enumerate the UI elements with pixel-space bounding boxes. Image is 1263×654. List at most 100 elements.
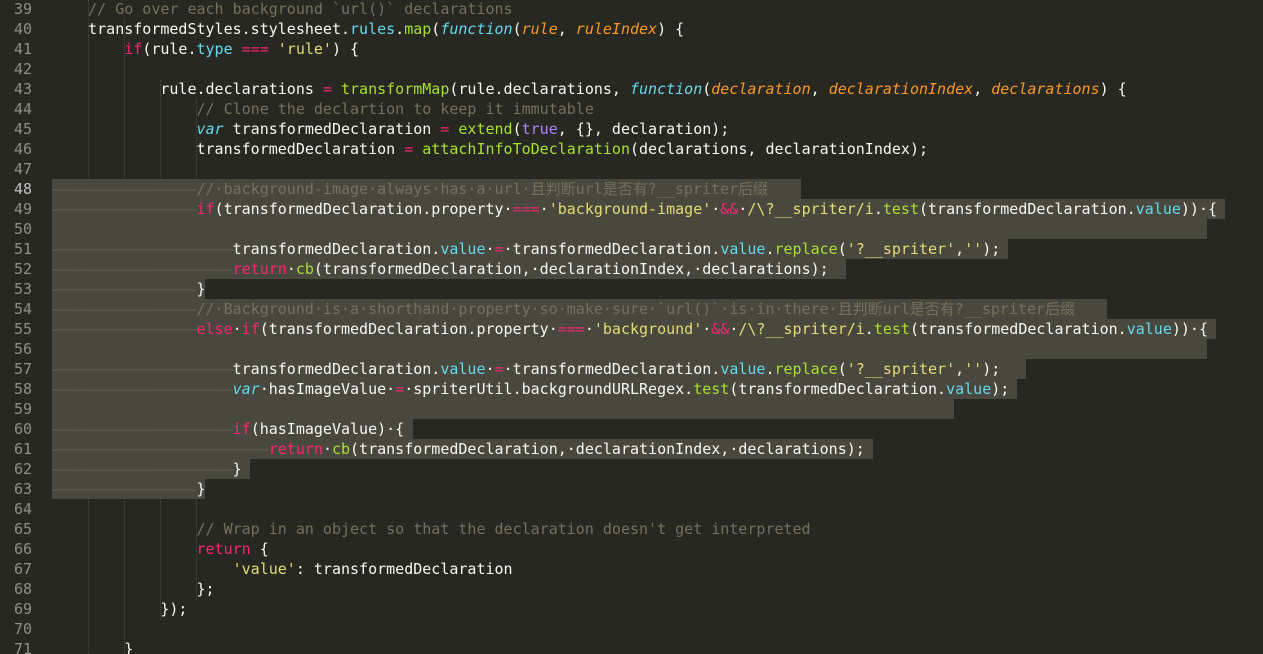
code-editor[interactable]: 39 40 41 42 43 44 45 46 47 48 49 50 51 52 53 54 55 56 57 58… [0, 0, 1263, 654]
code-line[interactable]: // Go over each background `url()` decla… [52, 0, 513, 19]
code-token: . [395, 20, 405, 38]
code-token: test [693, 380, 730, 398]
line-number: 50 [13, 220, 32, 238]
code-token: ———————————————— [52, 200, 197, 218]
code-token: 'rule' [277, 40, 332, 58]
code-token: ( [837, 240, 847, 258]
code-line[interactable]: }; [52, 579, 215, 599]
line-number: 51 [13, 240, 32, 258]
code-line[interactable]: var transformedDeclaration = extend(true… [52, 119, 730, 139]
code-token: , [810, 80, 829, 98]
code-line[interactable]: 'value': transformedDeclaration [52, 559, 513, 579]
line-number: 71 [13, 640, 32, 654]
code-token: } [52, 640, 134, 654]
line-number: 46 [13, 140, 32, 158]
code-token: { [250, 540, 269, 558]
code-token: = [404, 140, 414, 158]
code-token: ); [982, 360, 1001, 378]
code-token: //·background-image·always·has·a·url·且判断… [196, 180, 769, 198]
code-token: transformedDeclaration [52, 140, 405, 158]
code-token: 'background-image' [548, 200, 712, 218]
code-area[interactable]: // Go over each background `url()` decla… [52, 0, 1263, 654]
code-token: return [268, 440, 323, 458]
code-token: transformedDeclaration [223, 120, 441, 138]
code-token: ·transformedDeclaration. [503, 240, 721, 258]
code-token: '?__spriter' [846, 240, 956, 258]
code-line[interactable]: // Wrap in an object so that the declara… [52, 519, 811, 539]
code-token: if [124, 40, 143, 58]
code-line[interactable]: } [52, 639, 133, 654]
line-number: 53 [13, 280, 32, 298]
code-line[interactable]: ————————————————————transformedDeclarati… [52, 239, 1000, 259]
code-token: ———————————————————— [52, 360, 233, 378]
code-line[interactable]: }); [52, 599, 187, 619]
code-token: === [241, 40, 269, 58]
code-token: === [557, 320, 585, 338]
code-line[interactable]: transformedStyles.stylesheet.rules.map(f… [52, 19, 684, 39]
code-line[interactable]: ————————————————————if(hasImageValue)·{ [52, 419, 404, 439]
code-token: · [232, 320, 242, 338]
code-line[interactable]: if(rule.type === 'rule') { [52, 39, 359, 59]
code-line[interactable]: ————————————————————return·cb(transforme… [52, 259, 829, 279]
code-token: declarationIndex [828, 80, 974, 98]
code-line[interactable]: ————————————————else·if(transformedDecla… [52, 319, 1208, 339]
code-token: transformedDeclaration. [232, 240, 441, 258]
code-line[interactable]: return { [52, 539, 269, 559]
code-token: (transformedDeclaration,·declarationInde… [313, 260, 829, 278]
line-number: 56 [13, 340, 32, 358]
code-token: : transformedDeclaration [295, 560, 513, 578]
code-token: (transformedDeclaration,·declarationInde… [350, 440, 865, 458]
code-line[interactable]: ————————————————} [52, 479, 206, 499]
code-token: . [873, 200, 883, 218]
line-number: 66 [13, 540, 32, 558]
code-token: attachInfoToDeclaration [422, 140, 630, 158]
selection-highlight [52, 339, 1207, 359]
line-number: 67 [13, 560, 32, 578]
code-line[interactable]: ————————————————————transformedDeclarati… [52, 359, 1000, 379]
code-token: (rule.declarations, [449, 80, 630, 98]
code-line[interactable]: ————————————————//·Background·is·a·short… [52, 299, 1075, 319]
code-token: replace [774, 240, 838, 258]
code-line[interactable]: // Clone the declartion to keep it immut… [52, 99, 594, 119]
code-token: = [395, 380, 405, 398]
code-line[interactable]: ————————————————————var·hasImageValue·=·… [52, 379, 1009, 399]
code-token: declaration [711, 80, 811, 98]
code-line[interactable]: ————————————————//·background-image·alwa… [52, 179, 768, 199]
code-token: ———————————————————— [52, 420, 233, 438]
code-token: · [485, 240, 495, 258]
code-token: // Go over each background `url()` decla… [52, 0, 513, 18]
code-token: '' [964, 360, 983, 378]
line-number-gutter: 39 40 41 42 43 44 45 46 47 48 49 50 51 52 53 54 55 56 57 58… [0, 0, 48, 654]
code-token: if [196, 200, 215, 218]
code-token: = [494, 240, 504, 258]
code-token: (declarations, declarationIndex); [629, 140, 928, 158]
code-line[interactable]: ————————————————if(transformedDeclaratio… [52, 199, 1217, 219]
line-number: 70 [13, 620, 32, 638]
code-token: declarations [991, 80, 1100, 98]
code-line[interactable]: transformedDeclaration = attachInfoToDec… [52, 139, 928, 159]
code-token: 'background' [593, 320, 703, 338]
code-token: ·hasImageValue· [259, 380, 396, 398]
code-line[interactable]: ————————————————————} [52, 459, 242, 479]
code-line[interactable]: rule.declarations = transformMap(rule.de… [52, 79, 1126, 99]
code-token: if [241, 320, 260, 338]
line-number: 52 [13, 260, 32, 278]
code-token: value [440, 360, 486, 378]
code-token: · [702, 320, 712, 338]
code-token: (hasImageValue)·{ [250, 420, 405, 438]
code-token: }; [52, 580, 215, 598]
line-number: 47 [13, 160, 32, 178]
code-token: return [232, 260, 287, 278]
code-token: } [196, 480, 206, 498]
code-line[interactable]: ————————————————————————return·cb(transf… [52, 439, 865, 459]
line-number: 42 [13, 60, 32, 78]
code-line[interactable]: ————————————————} [52, 279, 206, 299]
code-token: · [584, 320, 594, 338]
line-number: 64 [13, 500, 32, 518]
code-token: // Clone the declartion to keep it immut… [196, 100, 594, 118]
